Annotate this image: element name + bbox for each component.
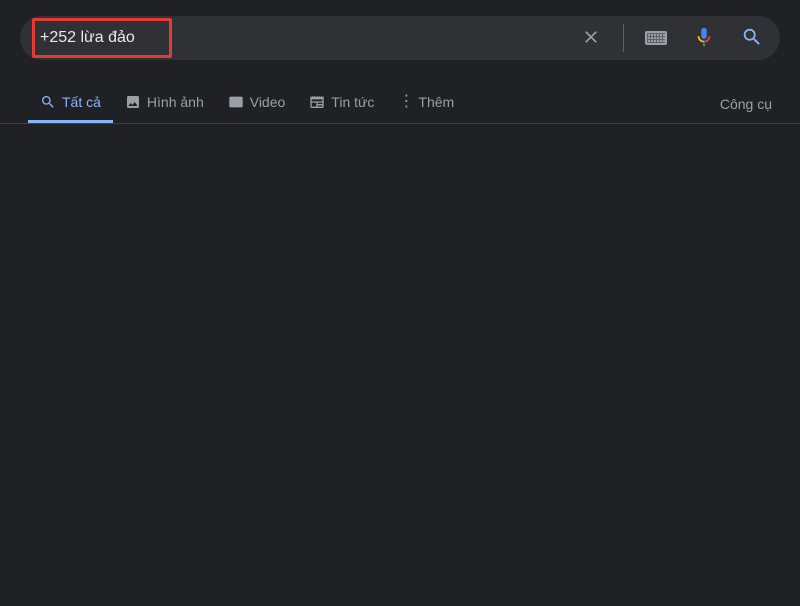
- tabs-container: Tất cả Hình ảnh Video Tin tức ⋮ Thêm Côn…: [0, 84, 800, 124]
- tab-label: Hình ảnh: [147, 94, 204, 110]
- search-bar: [20, 16, 780, 60]
- search-actions: [571, 18, 772, 58]
- tab-video[interactable]: Video: [216, 84, 298, 123]
- tools-button[interactable]: Công cụ: [720, 86, 772, 122]
- tools-label: Công cụ: [720, 96, 772, 112]
- keyboard-icon: [645, 31, 667, 45]
- tab-all[interactable]: Tất cả: [28, 84, 113, 123]
- search-input[interactable]: [36, 29, 571, 47]
- divider: [623, 24, 624, 52]
- tab-label: Video: [250, 94, 286, 110]
- search-button[interactable]: [732, 18, 772, 58]
- tab-images[interactable]: Hình ảnh: [113, 84, 216, 123]
- news-icon: [309, 94, 325, 110]
- tab-news[interactable]: Tin tức: [297, 84, 386, 123]
- tab-label: Tin tức: [331, 94, 374, 110]
- clear-button[interactable]: [571, 18, 611, 58]
- keyboard-button[interactable]: [636, 18, 676, 58]
- tab-label: Thêm: [418, 94, 454, 110]
- tab-label: Tất cả: [62, 94, 101, 110]
- microphone-icon: [693, 26, 715, 51]
- voice-search-button[interactable]: [684, 18, 724, 58]
- close-icon: [581, 27, 601, 50]
- video-icon: [228, 94, 244, 110]
- more-dots-icon: ⋮: [398, 94, 412, 110]
- search-bar-container: [0, 0, 800, 60]
- tab-more[interactable]: ⋮ Thêm: [386, 84, 466, 123]
- search-icon: [40, 94, 56, 110]
- image-icon: [125, 94, 141, 110]
- tabs-left: Tất cả Hình ảnh Video Tin tức ⋮ Thêm: [28, 84, 720, 123]
- search-icon: [741, 26, 763, 51]
